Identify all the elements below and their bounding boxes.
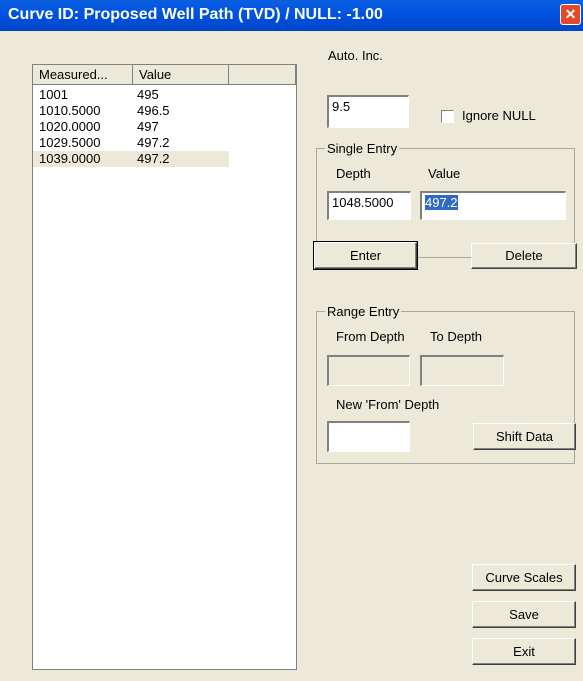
list-item[interactable]: 1010.5000 496.5	[33, 103, 229, 119]
column-header-measured[interactable]: Measured...	[33, 65, 133, 85]
from-depth-input[interactable]	[327, 355, 410, 386]
window-title: Curve ID: Proposed Well Path (TVD) / NUL…	[8, 6, 383, 23]
save-button[interactable]: Save	[472, 601, 576, 628]
list-item[interactable]: 1020.0000 497	[33, 119, 229, 135]
data-listview[interactable]: Measured... Value 1001 495 1010.5000 496.5 1…	[32, 64, 297, 670]
to-depth-input[interactable]	[420, 355, 504, 386]
auto-inc-label: Auto. Inc.	[328, 48, 383, 63]
list-item-value: 497.2	[137, 135, 170, 150]
list-item-value: 495	[137, 87, 159, 102]
listview-rows: 1001 495 1010.5000 496.5 1020.0000 497 1029.50…	[33, 87, 229, 167]
list-item-depth: 1001	[39, 87, 68, 102]
list-item[interactable]: 1039.0000 497.2	[33, 151, 229, 167]
column-header-empty[interactable]	[229, 65, 296, 85]
ignore-null-checkbox[interactable]	[441, 110, 454, 123]
title-bar: Curve ID: Proposed Well Path (TVD) / NUL…	[0, 0, 583, 31]
delete-button[interactable]: Delete	[471, 243, 577, 269]
list-item-value: 497.2	[137, 151, 170, 166]
exit-button[interactable]: Exit	[472, 638, 576, 665]
column-header-value[interactable]: Value	[133, 65, 229, 85]
close-button[interactable]: ✕	[560, 4, 581, 25]
curve-scales-button[interactable]: Curve Scales	[472, 564, 576, 591]
range-entry-legend: Range Entry	[325, 304, 402, 319]
list-item[interactable]: 1001 495	[33, 87, 229, 103]
value-input[interactable]: 497.2	[420, 191, 566, 220]
shift-data-button[interactable]: Shift Data	[473, 423, 576, 450]
close-icon: ✕	[564, 6, 577, 22]
list-item-depth: 1029.5000	[39, 135, 101, 150]
ignore-null-label: Ignore NULL	[462, 108, 536, 123]
depth-input[interactable]: 1048.5000	[327, 191, 411, 220]
list-item-value: 497	[137, 119, 159, 134]
list-item-depth: 1039.0000	[39, 151, 101, 166]
enter-button[interactable]: Enter	[313, 241, 418, 270]
single-entry-legend: Single Entry	[325, 141, 400, 156]
listview-header: Measured... Value	[33, 65, 296, 85]
depth-label: Depth	[336, 166, 371, 181]
list-item[interactable]: 1029.5000 497.2	[33, 135, 229, 151]
from-depth-label: From Depth	[336, 329, 405, 344]
list-item-depth: 1010.5000	[39, 103, 101, 118]
list-item-value: 496.5	[137, 103, 170, 118]
to-depth-label: To Depth	[430, 329, 483, 344]
new-from-depth-label: New 'From' Depth	[336, 397, 440, 412]
new-from-depth-input[interactable]	[327, 421, 410, 452]
value-input-text: 497.2	[425, 195, 458, 210]
dialog-body: Measured... Value 1001 495 1010.5000 496.5 1…	[0, 31, 583, 681]
value-label: Value	[428, 166, 461, 181]
auto-inc-input[interactable]: 9.5	[327, 95, 409, 128]
list-item-depth: 1020.0000	[39, 119, 101, 134]
